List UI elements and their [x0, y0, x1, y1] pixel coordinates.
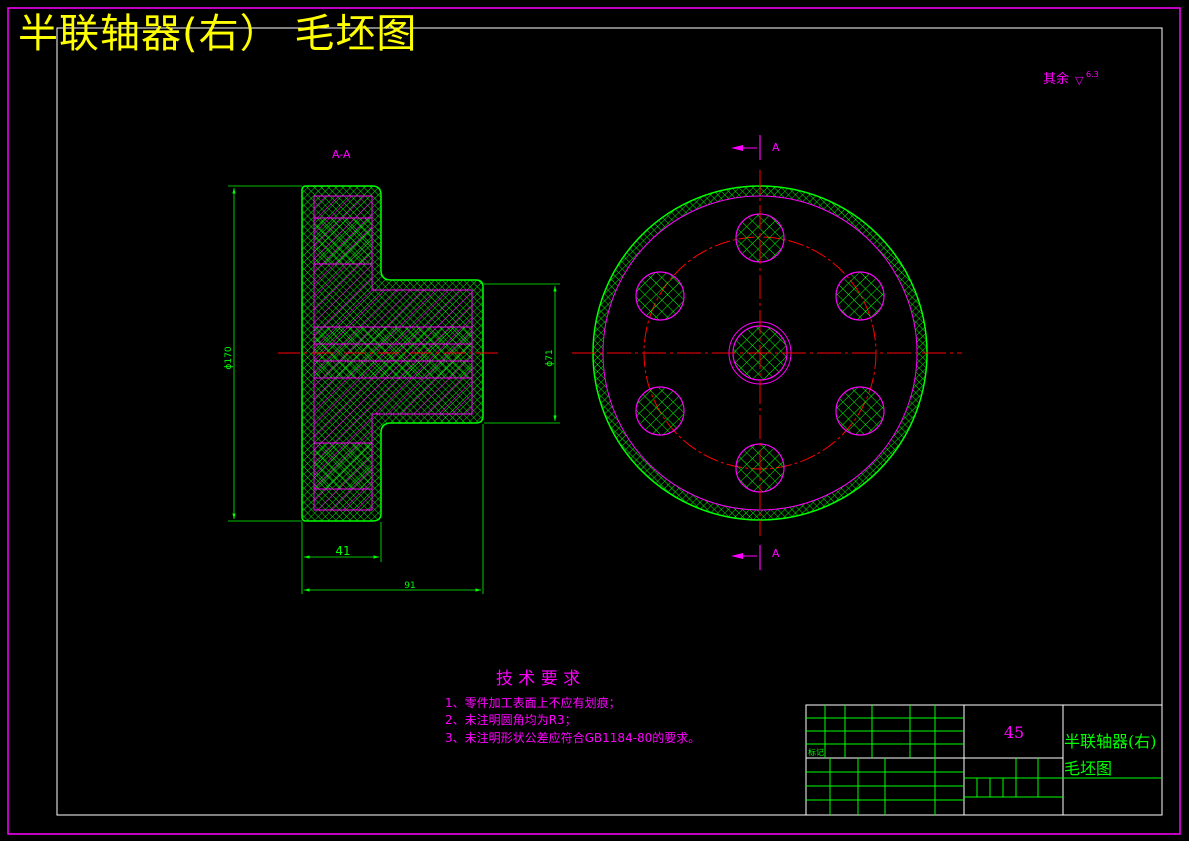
bolt-hole-6	[635, 271, 685, 321]
tech-req-item-2: 2、未注明圆角均为R3；	[445, 712, 577, 727]
title-block-material: 45	[1004, 723, 1024, 742]
section-view	[278, 185, 500, 522]
title-block-part-name-1: 半联轴器(右)	[1064, 732, 1157, 751]
outer-frame	[7, 7, 1181, 835]
cut-marker-top: A	[731, 135, 780, 160]
roughness-label: 其余	[1043, 71, 1069, 87]
cut-label-bottom: A	[772, 547, 780, 560]
cut-label-top: A	[772, 141, 780, 154]
dim-outer-dia: ϕ170	[224, 346, 234, 369]
title-block-small-label: 标记	[808, 747, 824, 757]
tech-req-heading: 技 术 要 求	[496, 669, 580, 689]
tech-req-item-1: 1、零件加工表面上不应有划痕；	[445, 695, 621, 710]
front-view	[572, 170, 962, 536]
title-block-part-name-2: 毛坯图	[1064, 759, 1112, 778]
roughness-symbol: ▽	[1075, 74, 1084, 87]
dim-hub-dia: ϕ71	[545, 349, 555, 366]
bolt-hole-section-top	[313, 217, 373, 265]
tech-req-item-3: 3、未注明形状公差应符合GB1184-80的要求。	[445, 730, 700, 745]
dim-flange-width: 41	[335, 544, 350, 558]
bolt-hole-section-bottom	[313, 442, 373, 490]
bolt-hole-3	[835, 386, 885, 436]
bolt-hole-2	[835, 271, 885, 321]
cad-drawing: 其余 ▽ 6.3 A-A ϕ170 ϕ71 41 91 A A 技 术 要 求 …	[7, 7, 1181, 835]
dim-total-length: 91	[404, 581, 415, 591]
drawing-title: 半联轴器(右） 毛坯图	[18, 11, 418, 57]
section-view-label: A-A	[332, 148, 351, 161]
cut-marker-bottom: A	[731, 545, 780, 570]
bolt-hole-5	[635, 386, 685, 436]
roughness-value: 6.3	[1086, 70, 1099, 79]
